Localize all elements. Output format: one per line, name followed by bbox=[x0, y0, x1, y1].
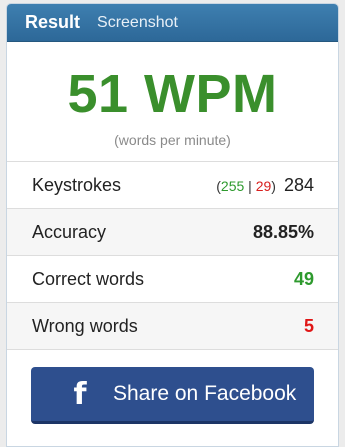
correct-words-row: Correct words 49 bbox=[7, 256, 338, 303]
tab-screenshot[interactable]: Screenshot bbox=[97, 14, 178, 32]
wpm-summary: 51 WPM (words per minute) bbox=[7, 42, 338, 162]
share-facebook-label: Share on Facebook bbox=[113, 382, 297, 405]
keystrokes-row: Keystrokes (255 | 29) 284 bbox=[7, 162, 338, 209]
keystrokes-label: Keystrokes bbox=[32, 174, 122, 195]
keystrokes-correct: 255 bbox=[220, 177, 245, 194]
keystrokes-wrong: 29 bbox=[255, 177, 272, 194]
wrong-words-row: Wrong words 5 bbox=[7, 303, 338, 350]
result-panel: Result Screenshot 51 WPM (words per minu… bbox=[6, 3, 339, 447]
result-header: Result Screenshot bbox=[7, 4, 338, 42]
keystrokes-separator: | bbox=[244, 177, 256, 194]
share-container: f Share on Facebook bbox=[7, 350, 338, 424]
wpm-value: 51 WPM bbox=[67, 64, 278, 124]
accuracy-row: Accuracy 88.85% bbox=[7, 209, 338, 256]
wpm-unit: (words per minute) bbox=[114, 132, 231, 148]
wrong-words-value: 5 bbox=[303, 315, 314, 336]
keystrokes-breakdown: (255 | 29) bbox=[216, 178, 276, 194]
share-facebook-button[interactable]: f Share on Facebook bbox=[31, 367, 314, 424]
keystrokes-value: (255 | 29) 284 bbox=[216, 175, 314, 196]
keystrokes-total: 284 bbox=[283, 174, 314, 195]
tab-result[interactable]: Result bbox=[25, 12, 80, 33]
accuracy-value: 88.85% bbox=[252, 221, 314, 242]
correct-words-label: Correct words bbox=[32, 268, 145, 289]
wrong-words-label: Wrong words bbox=[32, 315, 138, 336]
accuracy-label: Accuracy bbox=[32, 221, 107, 242]
correct-words-value: 49 bbox=[293, 268, 314, 289]
facebook-icon: f bbox=[73, 376, 87, 412]
keystrokes-close-paren: ) bbox=[271, 177, 276, 194]
